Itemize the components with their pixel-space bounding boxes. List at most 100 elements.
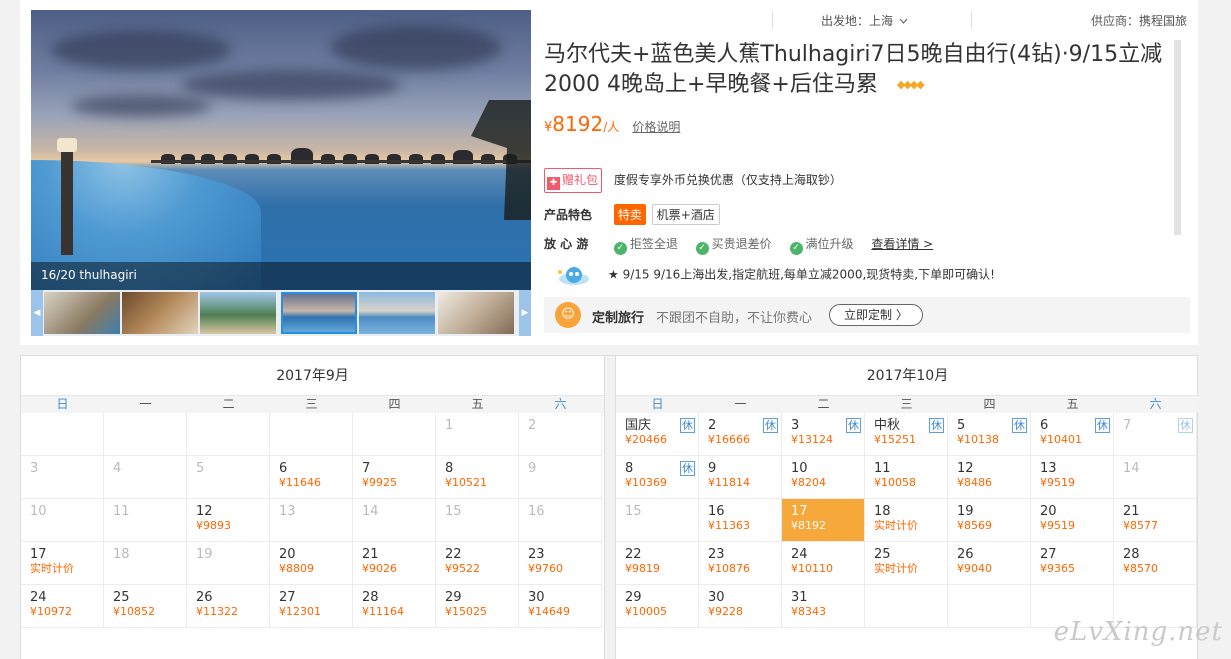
calendar-day[interactable]: 11 ¥10058 <box>865 456 948 499</box>
calendar-day[interactable]: 16 ¥11363 <box>699 499 782 542</box>
price-explain-link[interactable]: 价格说明 <box>632 120 680 134</box>
calendar-day-selected[interactable]: 17 ¥8192 <box>782 499 865 542</box>
calendar-day[interactable]: 31 ¥8343 <box>782 585 865 628</box>
view-details-link[interactable]: 查看详情 > <box>871 237 933 251</box>
day-price: ¥10876 <box>708 562 750 575</box>
day-price: ¥11322 <box>196 605 238 618</box>
calendar-day[interactable]: 20 ¥9519 <box>1031 499 1114 542</box>
thumbnail[interactable] <box>44 292 120 334</box>
calendar-day[interactable]: 30 ¥14649 <box>519 585 602 628</box>
day-price: ¥9760 <box>528 562 563 575</box>
calendar-day[interactable]: 25 实时计价 <box>865 542 948 585</box>
calendar-day[interactable]: 25 ¥10852 <box>104 585 187 628</box>
calendar-day[interactable]: 27 ¥9365 <box>1031 542 1114 585</box>
day-price: ¥11646 <box>279 476 321 489</box>
calendar-day: 15 <box>616 499 699 542</box>
thumbnail[interactable] <box>438 292 514 334</box>
day-number: 26 <box>196 590 213 605</box>
calendar-day[interactable]: 9 ¥11814 <box>699 456 782 499</box>
day-number: 6 <box>279 461 288 476</box>
calendar-day[interactable]: 26 ¥9040 <box>948 542 1031 585</box>
calendar-day[interactable]: 27 ¥12301 <box>270 585 353 628</box>
weekday-header: 日一二三四五六 <box>616 396 1199 413</box>
thumb-prev-arrow[interactable]: ◀ <box>31 290 43 336</box>
calendar-day[interactable]: 28 ¥11164 <box>353 585 436 628</box>
calendar-day[interactable]: 22 ¥9522 <box>436 542 519 585</box>
calendar-day[interactable]: 24 ¥10972 <box>21 585 104 628</box>
watermark: eLvXing.net <box>1053 617 1223 647</box>
day-number: 23 <box>708 547 725 562</box>
calendar-day[interactable]: 13 ¥9519 <box>1031 456 1114 499</box>
calendar-day[interactable]: 21 ¥8577 <box>1114 499 1197 542</box>
calendar-day[interactable]: 10 ¥8204 <box>782 456 865 499</box>
check-icon: ✓ <box>789 242 803 255</box>
calendar-day: 5 <box>187 456 270 499</box>
thumbnail[interactable] <box>359 292 435 334</box>
day-number: 18 <box>113 547 130 562</box>
calendar-day[interactable]: 8 ¥10369 休 <box>616 456 699 499</box>
customize-now-button[interactable]: 立即定制 〉 <box>829 304 923 326</box>
tag-flight-hotel: 机票+酒店 <box>651 204 720 225</box>
day-number: 25 <box>874 547 891 562</box>
departure-select[interactable]: 出发地：上海 <box>821 12 908 29</box>
calendar-day[interactable]: 国庆 ¥20466 休 <box>616 413 699 456</box>
thumb-next-arrow[interactable]: ▶ <box>519 290 531 336</box>
calendar-day: 4 <box>104 456 187 499</box>
calendar-day[interactable]: 23 ¥10876 <box>699 542 782 585</box>
day-number: 22 <box>445 547 462 562</box>
calendar-day[interactable]: 19 ¥8569 <box>948 499 1031 542</box>
calendar-day[interactable]: 6 ¥10401 休 <box>1031 413 1114 456</box>
calendar-day[interactable]: 21 ¥9026 <box>353 542 436 585</box>
calendar-day[interactable]: 23 ¥9760 <box>519 542 602 585</box>
calendar-day[interactable]: 6 ¥11646 <box>270 456 353 499</box>
calendar-day[interactable]: 8 ¥10521 <box>436 456 519 499</box>
calendar-day[interactable]: 18 实时计价 <box>865 499 948 542</box>
product-card: 16/20 thulhagiri ◀ ▶ 出发地：上海 供应商：携程国旅 马尔代… <box>20 0 1198 345</box>
day-number: 30 <box>708 590 725 605</box>
calendar-day[interactable]: 7 ¥9925 <box>353 456 436 499</box>
holiday-badge: 休 <box>846 418 861 433</box>
day-number: 24 <box>791 547 808 562</box>
calendar-day[interactable]: 29 ¥10005 <box>616 585 699 628</box>
calendar-day: 9 <box>519 456 602 499</box>
main-photo[interactable]: 16/20 thulhagiri <box>31 10 531 290</box>
day-number: 17 <box>30 547 47 562</box>
calendar-day[interactable]: 12 ¥8486 <box>948 456 1031 499</box>
day-price: ¥11164 <box>362 605 404 618</box>
day-number: 14 <box>362 504 379 519</box>
calendar-day[interactable]: 28 ¥8570 <box>1114 542 1197 585</box>
photo-caption: 16/20 thulhagiri <box>41 268 137 282</box>
calendar-day[interactable]: 17 实时计价 <box>21 542 104 585</box>
day-number: 26 <box>957 547 974 562</box>
calendar-day[interactable]: 20 ¥8809 <box>270 542 353 585</box>
thumbnail[interactable] <box>200 292 276 334</box>
holiday-badge: 休 <box>680 418 695 433</box>
calendar-day[interactable]: 中秋 ¥15251 休 <box>865 413 948 456</box>
day-number: 9 <box>528 461 537 476</box>
scrollbar[interactable] <box>1174 40 1181 235</box>
day-price: ¥15251 <box>874 433 916 446</box>
calendar-day[interactable]: 30 ¥9228 <box>699 585 782 628</box>
day-number: 18 <box>874 504 891 519</box>
day-price: ¥10369 <box>625 476 667 489</box>
weekday-label: 四 <box>388 397 401 411</box>
calendar-day[interactable]: 2 ¥16666 休 <box>699 413 782 456</box>
calendar-day[interactable]: 12 ¥9893 <box>187 499 270 542</box>
day-number: 10 <box>30 504 47 519</box>
calendar-day[interactable]: 24 ¥10110 <box>782 542 865 585</box>
holiday-badge: 休 <box>1095 418 1110 433</box>
calendar-day[interactable]: 5 ¥10138 休 <box>948 413 1031 456</box>
day-number: 29 <box>625 590 642 605</box>
calendar-day: 7休 <box>1114 413 1197 456</box>
day-number: 10 <box>791 461 808 476</box>
calendar-day[interactable]: 3 ¥13124 休 <box>782 413 865 456</box>
calendar-day[interactable]: 29 ¥15025 <box>436 585 519 628</box>
thumbnail-active[interactable] <box>281 292 357 334</box>
weekday-label: 三 <box>900 397 913 411</box>
thumbnail[interactable] <box>122 292 198 334</box>
calendar-day[interactable]: 26 ¥11322 <box>187 585 270 628</box>
calendar-day <box>948 585 1031 628</box>
weekday-header: 日一二三四五六 <box>21 396 604 413</box>
day-price: ¥8809 <box>279 562 314 575</box>
calendar-day[interactable]: 22 ¥9819 <box>616 542 699 585</box>
